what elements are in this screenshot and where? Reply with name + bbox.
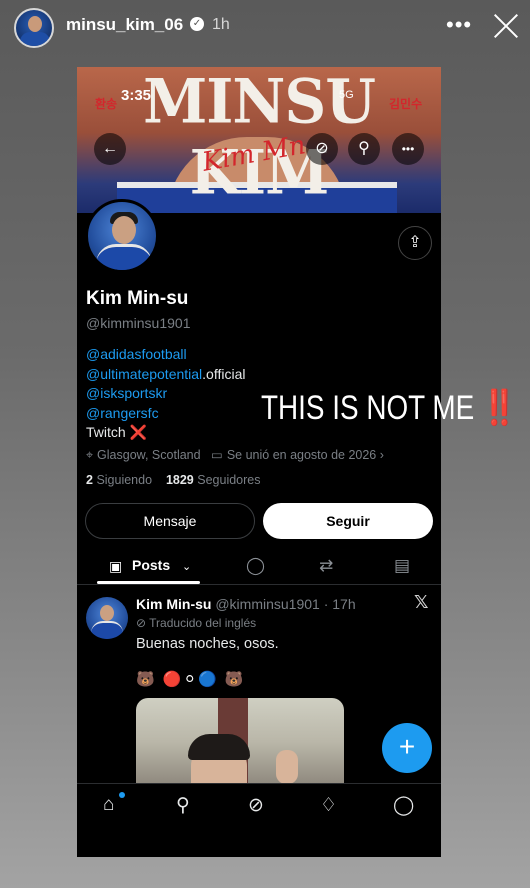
bio-link-ultimatepotential[interactable]: @ultimatepotential [86, 366, 202, 382]
tweet-author-name[interactable]: Kim Min-su [136, 596, 211, 612]
story-avatar[interactable] [14, 8, 54, 48]
messages-icon[interactable]: ◯ [393, 794, 414, 817]
double-exclamation-icon: ‼️ [482, 389, 517, 427]
x-logo-icon: 𝕏 [414, 592, 429, 612]
grok-icon[interactable]: ⊘ [306, 133, 338, 165]
tab-media-icon[interactable]: ▤ [394, 556, 410, 576]
follow-button[interactable]: Seguir [263, 503, 433, 539]
profile-joined: Se unió en agosto de 2026 [226, 448, 377, 462]
followers-label[interactable]: Seguidores [197, 473, 260, 487]
location-pin-icon: ⌖ [86, 448, 94, 462]
profile-banner: MINSU KIM Kim Mn 환송 김민수 3:35 5G ← ⊘ ⚲ ••… [77, 67, 441, 213]
following-count[interactable]: 2 [86, 473, 93, 487]
tweet-avatar[interactable] [86, 597, 128, 639]
tweet-handle-time: @kimminsu1901 · 17h [215, 596, 356, 612]
avatar-shirt [96, 244, 152, 270]
profile-avatar[interactable] [85, 199, 159, 273]
tab-reposts-icon[interactable]: ⇄ [319, 556, 333, 576]
bottom-navigation: ⌂ ⚲ ⊘ ♢ ◯ [77, 783, 441, 857]
posts-tab-icon: ▣ [109, 558, 123, 574]
bio-link-adidas[interactable]: @adidasfootball [86, 346, 187, 362]
chevron-right-icon[interactable]: › [380, 448, 384, 462]
story-timestamp: 1h [212, 16, 230, 33]
verified-icon: ✓ [190, 17, 204, 31]
profile-display-name: Kim Min-su [86, 288, 189, 309]
image-person-hand [276, 750, 298, 784]
translate-icon: ⊘ [136, 616, 150, 630]
story-header: minsu_kim_06 ✓ 1h ••• [0, 0, 530, 56]
banner-korean-left: 환송 [95, 97, 118, 111]
translated-label[interactable]: Traducido del inglés [149, 616, 256, 630]
close-icon[interactable] [492, 12, 520, 40]
more-icon[interactable]: ••• [392, 133, 424, 165]
grok-icon[interactable]: ⊘ [248, 794, 264, 817]
home-notification-dot [119, 792, 125, 798]
shared-screenshot: MINSU KIM Kim Mn 환송 김민수 3:35 5G ← ⊘ ⚲ ••… [77, 67, 441, 857]
tab-posts[interactable]: Posts [132, 557, 170, 573]
story-overlay-text: THIS IS NOT ME ‼️ [261, 388, 517, 428]
tweet-header: Kim Min-su @kimminsu1901 · 17h [136, 596, 356, 612]
following-label[interactable]: Siguiendo [96, 473, 152, 487]
avatar-face [28, 16, 42, 32]
compose-fab-button[interactable]: + [382, 723, 432, 773]
notifications-bell-icon[interactable]: ♢ [320, 794, 337, 817]
tab-active-indicator [97, 581, 200, 584]
more-options-icon[interactable]: ••• [446, 12, 472, 38]
tab-replies-icon[interactable]: ◯ [246, 556, 265, 576]
bio-suffix: .official [202, 365, 246, 382]
profile-tabs: ▣ Posts ⌄ ◯ ⇄ ▤ [77, 551, 441, 585]
image-person-hair [188, 734, 250, 760]
bio-twitch-text: Twitch ❌ [86, 424, 147, 441]
tweet-text: Buenas noches, osos. [136, 636, 279, 652]
profile-location: Glasgow, Scotland [97, 448, 201, 462]
avatar-face [100, 605, 114, 621]
share-icon[interactable]: ⇪ [398, 226, 432, 260]
status-bar-network: 5G [339, 89, 354, 101]
profile-meta: ⌖ Glasgow, Scotland ▭ Se unió en agosto de… [86, 447, 384, 463]
profile-handle: @kimminsu1901 [86, 315, 191, 331]
followers-count[interactable]: 1829 [166, 473, 194, 487]
avatar-shirt [91, 621, 123, 639]
message-button[interactable]: Mensaje [85, 503, 255, 539]
home-icon[interactable]: ⌂ [103, 794, 114, 816]
search-icon[interactable]: ⚲ [176, 794, 190, 817]
calendar-icon: ▭ [211, 448, 223, 462]
search-icon[interactable]: ⚲ [348, 133, 380, 165]
profile-bio: @adidasfootball @ultimatepotential.offic… [86, 345, 246, 443]
tweet-emojis: 🐻 🔴⚪🔵 🐻 [136, 671, 246, 688]
overlay-message: THIS IS NOT ME [261, 389, 475, 427]
bio-link-rangersfc[interactable]: @rangersfc [86, 405, 159, 421]
tweet-translated-note: ⊘ Traducido del inglés [136, 616, 256, 630]
banner-korean-right: 김민수 [389, 97, 423, 111]
avatar-shirt [20, 32, 50, 46]
status-bar-time: 3:35 [121, 87, 152, 104]
follow-stats: 2 Siguiendo 1829 Seguidores [86, 473, 261, 487]
bio-link-isksportskr[interactable]: @isksportskr [86, 385, 167, 401]
chevron-down-icon[interactable]: ⌄ [182, 560, 191, 573]
avatar-face [112, 216, 136, 244]
tweet-image[interactable] [136, 698, 344, 788]
back-arrow-icon[interactable]: ← [94, 133, 126, 165]
story-username[interactable]: minsu_kim_06 [66, 15, 183, 35]
